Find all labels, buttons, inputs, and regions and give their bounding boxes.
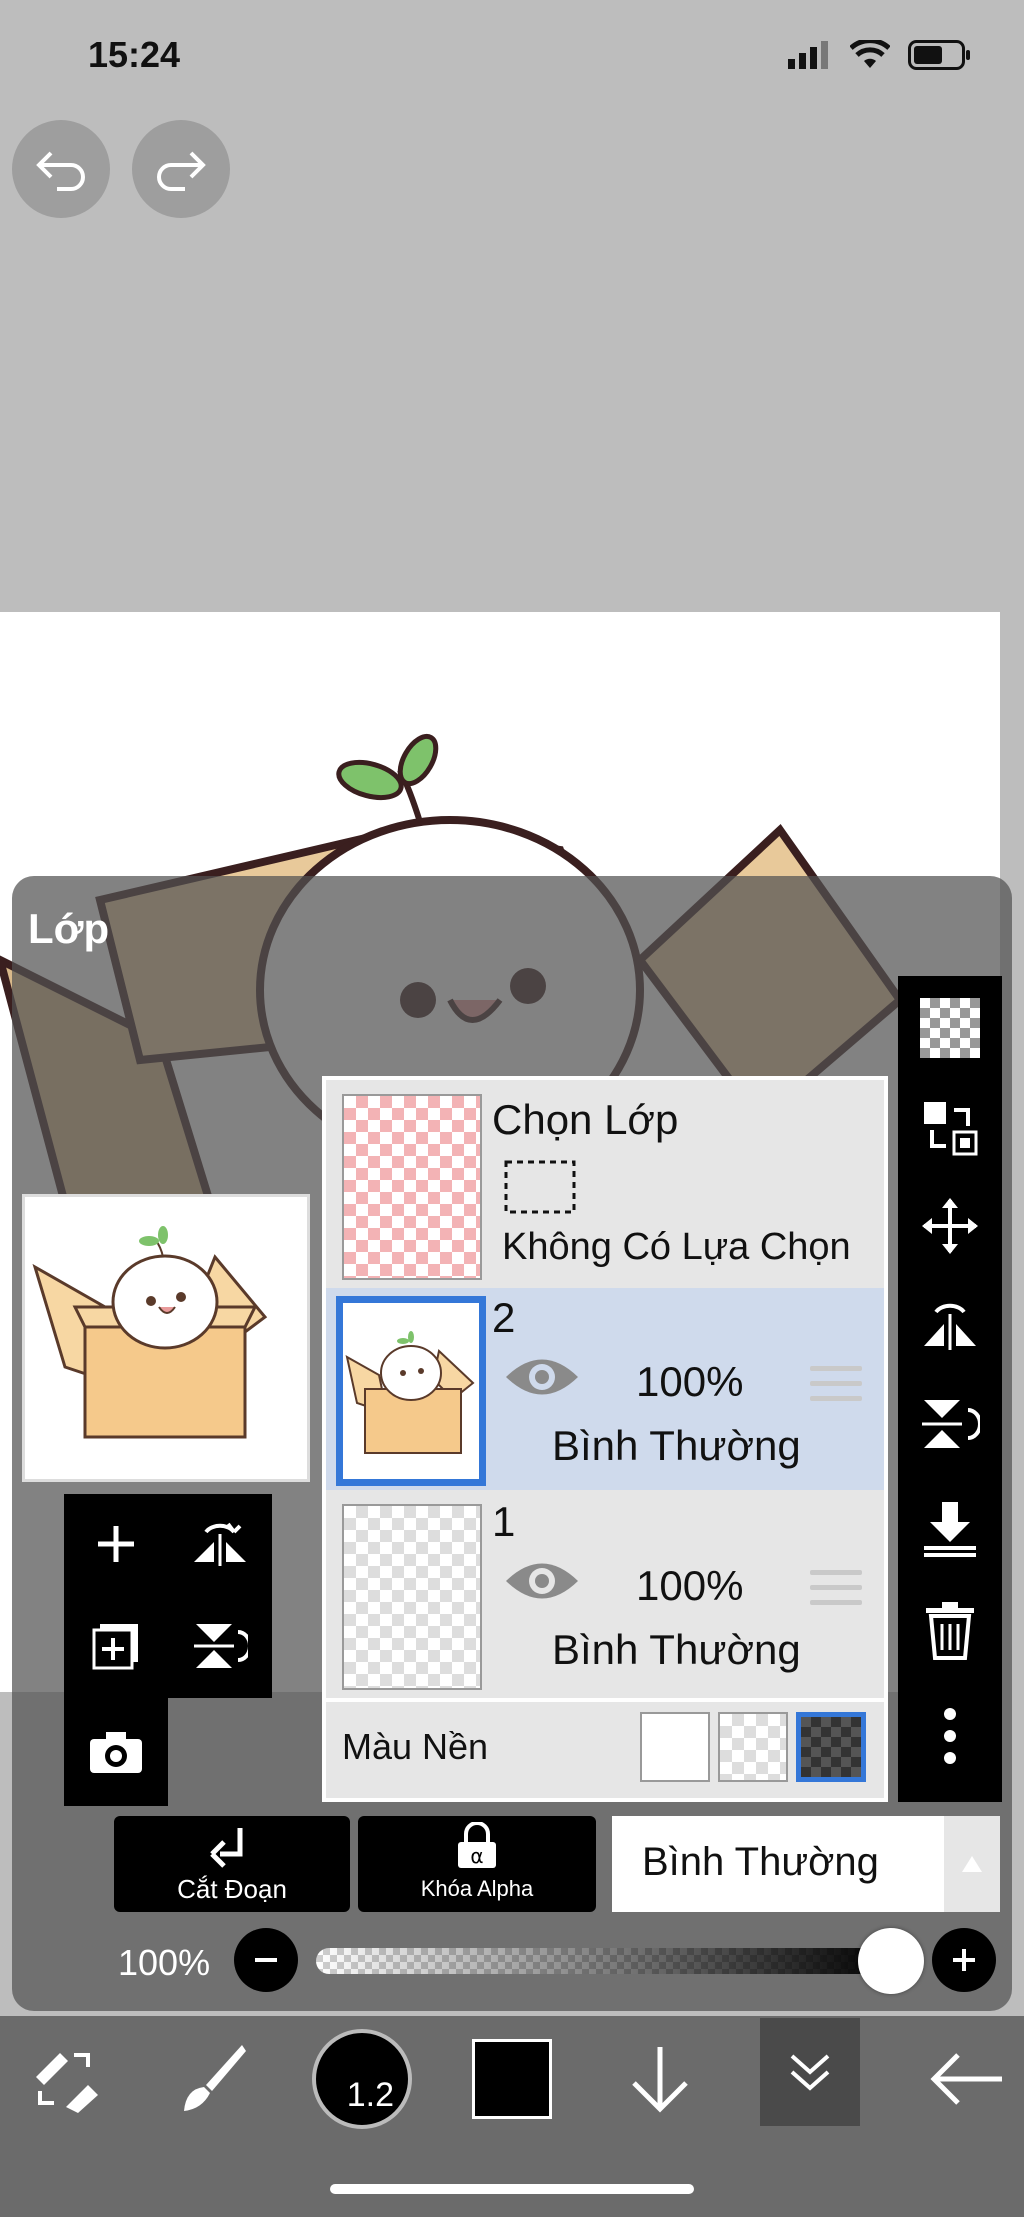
- chevron-up-icon: [962, 1856, 982, 1872]
- redo-button[interactable]: [132, 120, 230, 218]
- more-icon: [944, 1708, 956, 1764]
- flip-rotate-horizontal-icon: [924, 1303, 976, 1350]
- alpha-lock-label: Khóa Alpha: [420, 1876, 534, 1901]
- merge-down-icon: [924, 1502, 976, 1557]
- flip-horizontal-icon: [194, 1522, 246, 1566]
- brush-size-button[interactable]: 1.2: [310, 2020, 414, 2138]
- move-button[interactable]: [898, 1178, 1002, 1274]
- layer-opacity-2: 100%: [636, 1358, 744, 1405]
- brush-tool-button[interactable]: [160, 2020, 260, 2138]
- visibility-eye-icon[interactable]: [504, 1352, 580, 1402]
- flip-vertical-icon: [194, 1624, 248, 1668]
- layer-opacity-1: 100%: [636, 1562, 744, 1609]
- selection-layer-subtitle: Không Có Lựa Chọn: [502, 1226, 851, 1268]
- add-layer-button[interactable]: [64, 1494, 168, 1594]
- transparency-button[interactable]: [898, 980, 1002, 1076]
- selection-layer-title: Chọn Lớp: [492, 1096, 679, 1143]
- undo-button[interactable]: [12, 120, 110, 218]
- add-layer-copy-icon: [92, 1624, 138, 1670]
- home-indicator: [330, 2184, 694, 2194]
- minus-icon: [255, 1958, 277, 1962]
- status-time: 15:24: [88, 34, 181, 75]
- add-layer-copy-button[interactable]: [64, 1594, 168, 1698]
- tool-switch-icon: [36, 2053, 98, 2113]
- camera-icon: [90, 1732, 142, 1773]
- svg-text:α: α: [470, 1844, 483, 1868]
- plus-icon: [953, 1949, 975, 1971]
- layer-thumbnail-1: [342, 1504, 482, 1690]
- opacity-increase-button[interactable]: [932, 1928, 996, 1992]
- opacity-label: 100%: [118, 1942, 211, 1983]
- selection-swap-icon: [924, 1102, 978, 1156]
- brush-size-icon: 1.2: [312, 2029, 412, 2129]
- camera-button[interactable]: [64, 1698, 168, 1806]
- layer-preview: [22, 1194, 310, 1482]
- merge-down-button[interactable]: [898, 1480, 1002, 1576]
- back-button[interactable]: [916, 2020, 1016, 2138]
- opacity-slider[interactable]: [316, 1948, 892, 1974]
- blend-mode-arrow[interactable]: [944, 1816, 1000, 1912]
- trash-icon: [926, 1602, 974, 1660]
- layer-thumbnail-2: [336, 1296, 486, 1486]
- alpha-lock-button[interactable]: α Khóa Alpha: [358, 1816, 596, 1912]
- preview-image: [32, 1226, 268, 1439]
- background-white-swatch[interactable]: [640, 1712, 710, 1782]
- wifi-icon: [850, 40, 890, 68]
- status-icons: [788, 40, 972, 70]
- background-transparent-swatch[interactable]: [718, 1712, 788, 1782]
- blend-mode-value: Bình Thường: [642, 1840, 879, 1884]
- clip-arrow-icon: [210, 1828, 243, 1868]
- selection-rect-icon: [504, 1160, 576, 1214]
- visibility-eye-icon[interactable]: [504, 1556, 580, 1606]
- flip-horizontal-button[interactable]: [168, 1494, 272, 1594]
- opacity-decrease-button[interactable]: [234, 1928, 298, 1992]
- divider: [326, 1698, 884, 1702]
- layer-blend-2: Bình Thường: [552, 1422, 801, 1469]
- undo-icon: [36, 151, 85, 191]
- background-color-label: Màu Nền: [342, 1726, 489, 1767]
- selection-layer-thumbnail: [342, 1094, 482, 1280]
- tool-switch-button[interactable]: [14, 2020, 114, 2138]
- down-arrow-icon: [632, 2047, 688, 2113]
- brush-size-value: 1.2: [346, 2076, 394, 2114]
- color-button[interactable]: [470, 2020, 554, 2138]
- layer-number-1: 1: [492, 1498, 516, 1545]
- layer-row-2[interactable]: 2 100% Bình Thường: [326, 1288, 884, 1490]
- flip-vertical-button[interactable]: [168, 1594, 272, 1698]
- blend-mode-select[interactable]: Bình Thường: [612, 1816, 1000, 1912]
- layers-list: Chọn Lớp Không Có Lựa Chọn 2 100% Bình T…: [322, 1076, 888, 1802]
- signal-icon: [788, 41, 828, 69]
- selection-swap-button[interactable]: [898, 1080, 1002, 1176]
- flip-rotate-vertical-button[interactable]: [898, 1376, 1002, 1472]
- clipping-label: Cắt Đoạn: [177, 1874, 287, 1904]
- flip-rotate-vertical-icon: [922, 1400, 980, 1448]
- transparency-icon: [920, 998, 980, 1058]
- clipping-button[interactable]: Cắt Đoạn: [114, 1816, 350, 1912]
- brush-icon: [184, 2045, 246, 2111]
- layer-tools-strip: [898, 976, 1002, 1802]
- layer-row-1[interactable]: 1 100% Bình Thường: [326, 1494, 884, 1694]
- back-arrow-icon: [930, 2053, 1002, 2105]
- selection-layer-row[interactable]: Chọn Lớp Không Có Lựa Chọn: [326, 1080, 884, 1284]
- add-layer-icon: [98, 1526, 134, 1562]
- lock-icon: α: [458, 1822, 496, 1868]
- layer-down-button[interactable]: [620, 2020, 700, 2138]
- drag-handle-icon[interactable]: [810, 1570, 862, 1605]
- delete-layer-button[interactable]: [898, 1582, 1002, 1678]
- background-dark-swatch[interactable]: [796, 1712, 866, 1782]
- drag-handle-icon[interactable]: [810, 1366, 862, 1401]
- opacity-slider-knob[interactable]: [858, 1928, 924, 1994]
- layer-number-2: 2: [492, 1294, 516, 1341]
- layer-thumbnail-image: [345, 1331, 475, 1454]
- move-icon: [922, 1198, 978, 1254]
- redo-icon: [157, 151, 206, 191]
- battery-icon: [908, 40, 970, 70]
- collapse-icon: [790, 2054, 830, 2091]
- flip-rotate-horizontal-button[interactable]: [898, 1276, 1002, 1372]
- more-button[interactable]: [898, 1688, 1002, 1784]
- color-icon: [472, 2039, 552, 2119]
- layer-blend-1: Bình Thường: [552, 1626, 801, 1673]
- collapse-panel-button[interactable]: [760, 2018, 860, 2126]
- panel-title: Lớp: [28, 905, 110, 952]
